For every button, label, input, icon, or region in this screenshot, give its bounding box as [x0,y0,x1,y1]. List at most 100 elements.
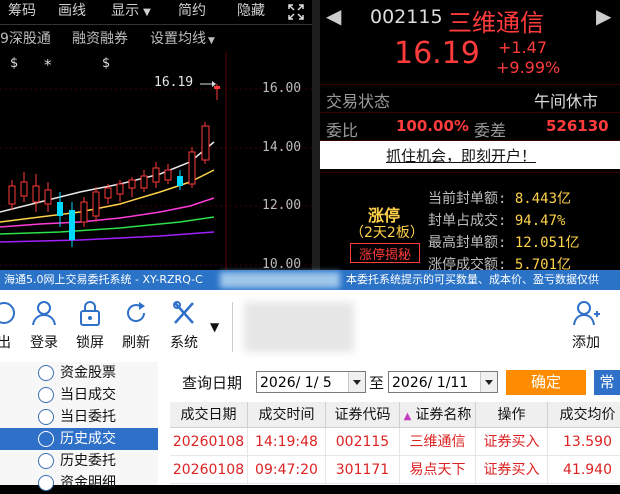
exit-icon [0,302,15,324]
col-header-security-name[interactable]: ▲ 证券名称 [400,402,476,428]
y-tick: 10.00 [262,257,302,270]
limit-up-reveal-label: 涨停揭秘 [358,248,411,263]
add-user-icon [573,301,600,326]
more-dropdown-icon[interactable]: ▼ [210,320,219,334]
end-date-picker[interactable]: 2026/ 1/11 [388,371,498,393]
refresh-label: 刷新 [122,335,150,351]
stat-label: 最高封单额: [428,235,507,251]
start-date-picker[interactable]: 2026/ 1/ 5 [256,371,366,393]
candle [44,182,52,212]
draw-line-tab[interactable]: 画线 [44,0,101,24]
nav-label: 历史委托 [60,453,116,469]
add-button[interactable]: 添加 [560,298,612,358]
lock-icon [80,301,100,326]
system-label: 系统 [170,335,198,351]
next-stock-icon[interactable]: ▶ [596,4,611,28]
ma-settings-label: 设置均线 [150,31,206,47]
calendar-dropdown-icon[interactable] [348,372,365,392]
nav-funds-detail[interactable]: 资金明细 [0,472,158,494]
col-header-trade-time[interactable]: 成交时间 [248,402,326,428]
common-button[interactable]: 常 [594,370,620,395]
nav-label: 当日成交 [60,387,116,403]
col-header-security-code[interactable]: 证券代码 [326,402,400,428]
candle [8,180,16,210]
divider [320,172,620,173]
tools-icon [173,301,194,324]
candle [188,147,196,188]
stat-value: 8.443亿 [514,191,572,207]
end-date-value: 2026/ 1/11 [392,375,469,391]
stat-value: 94.47% [514,213,566,229]
expand-arrows-icon [288,4,304,20]
nav-history-trades[interactable]: 历史成交 [0,428,158,450]
login-button[interactable]: 登录 [18,298,70,358]
col-header-operation[interactable]: 操作 [476,402,548,428]
hk-connect-link[interactable]: 9深股通 [0,28,51,48]
cell-operation: 证券买入 [476,428,548,456]
chips-tab[interactable]: 筹码 [0,0,45,24]
nav-history-orders[interactable]: 历史委托 [0,450,158,472]
list-icon [38,409,54,425]
ma-settings-link[interactable]: 设置均线 ▼ [150,28,215,48]
calendar-dropdown-icon[interactable] [480,372,497,392]
col-header-trade-date[interactable]: 成交日期 [170,402,248,428]
user-icon [32,301,56,326]
ma-dropdown-icon: ▼ [208,36,215,46]
limit-stat-row: 封单占成交: 94.47% [428,210,618,232]
list-icon [38,365,54,381]
trading-window: 海通5.0网上交易委托系统 - XY-RZRQ-C 本委托系统提示的可买数量、成… [0,270,620,491]
cell-trade-date: 20260108 [170,428,248,456]
candle [128,177,136,197]
list-icon [38,387,54,403]
confirm-button[interactable]: 确定 [506,370,586,395]
blurred-account [220,272,340,288]
price-change-pct: +9.99% [496,58,561,77]
cell-operation: 证券买入 [476,456,548,484]
start-date-value: 2026/ 1/ 5 [260,375,332,391]
lock-screen-button[interactable]: 锁屏 [64,298,116,358]
hide-label: 隐藏 [237,3,265,19]
simple-tab[interactable]: 简约 [162,0,223,24]
limit-up-reveal-button[interactable]: 涨停揭秘 [350,243,420,263]
candle [32,174,40,212]
chips-tab-label: 筹码 [8,3,36,19]
candle [152,162,160,188]
nav-today-orders[interactable]: 当日委托 [0,406,158,428]
nav-label: 历史成交 [60,431,116,447]
nav-label: 资金股票 [60,365,116,381]
lock-label: 锁屏 [76,335,104,351]
promo-banner[interactable]: 抓住机会，即刻开户！ [320,141,620,169]
promo-link[interactable]: 抓住机会，即刻开户！ [386,145,536,166]
fullscreen-button[interactable] [280,0,313,24]
candle [80,197,88,227]
display-dropdown-icon: ▼ [143,7,151,18]
window-titlebar[interactable]: 海通5.0网上交易委托系统 - XY-RZRQ-C 本委托系统提示的可买数量、成… [0,270,620,290]
cell-security-name: 三维通信 [400,428,476,456]
margin-trading-link[interactable]: 融资融券 [72,28,128,48]
col-header-label: 证券名称 [415,407,472,423]
stat-label: 封单占成交: [428,213,507,229]
stat-value: 12.051亿 [514,235,580,251]
query-panel: 查询日期 2026/ 1/ 5 至 2026/ 1/11 确定 常 成交日期 成… [158,362,620,485]
nav-funds-stocks[interactable]: 资金股票 [0,362,158,384]
stat-value: 5.701亿 [514,257,572,270]
candle [140,170,148,192]
weicha-value: 526130 [546,117,609,135]
confirm-label: 确定 [530,373,561,391]
window-title: 海通5.0网上交易委托系统 - XY-RZRQ-C [4,273,203,286]
display-tab[interactable]: 显示 ▼ [100,0,163,24]
refresh-button[interactable]: 刷新 [110,298,162,358]
blurred-content [244,302,354,352]
nav-today-trades[interactable]: 当日成交 [0,384,158,406]
cell-trade-date: 20260108 [170,456,248,484]
hide-tab[interactable]: 隐藏 [222,0,281,24]
col-header-avg-price[interactable]: 成交均价 [548,402,620,428]
limit-stat-row: 当前封单额: 8.443亿 [428,188,618,210]
panel-splitter[interactable] [312,0,320,270]
limit-stat-row: 涨停成交额: 5.701亿 [428,254,618,270]
function-tree: 资金股票 当日成交 当日委托 历史成交 历史委托 资金明细 [0,362,159,491]
status-value: 午间休市 [534,92,599,111]
prev-stock-icon[interactable]: ◀ [326,4,341,28]
divider [320,112,620,113]
system-button[interactable]: 系统 [158,298,210,358]
